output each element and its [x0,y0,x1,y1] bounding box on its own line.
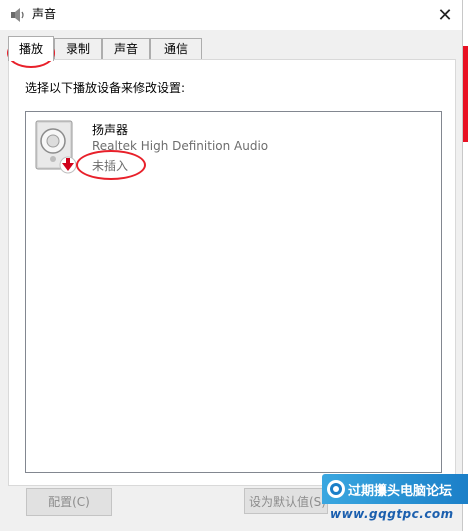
speaker-icon [35,120,77,174]
unplugged-arrow-icon [59,156,77,174]
sound-dialog: 声音 ✕ 播放 录制 声音 通信 选择以下播放设备来修改设置: 扬声器 Real… [0,0,463,531]
close-button[interactable]: ✕ [430,0,460,30]
configure-button[interactable]: 配置(C) [26,488,112,516]
close-icon: ✕ [437,4,453,26]
watermark-url: www.gqgtpc.com [330,507,454,521]
tab-sounds[interactable]: 声音 [102,38,150,59]
device-list[interactable]: 扬声器 Realtek High Definition Audio 未插入 [25,111,442,473]
background-edge [463,0,468,531]
background-red-accent [463,46,468,142]
tab-recording[interactable]: 录制 [54,38,102,59]
device-status: 未插入 [92,159,129,173]
device-name: 扬声器 [92,123,129,137]
watermark-text: 过期攥头电脑论坛 [348,484,453,499]
tab-communications[interactable]: 通信 [150,38,202,59]
watermark-logo-icon [327,480,345,498]
window-title: 声音 [32,7,57,21]
speaker-app-icon [11,8,24,22]
device-item-speaker[interactable]: 扬声器 Realtek High Definition Audio 未插入 [26,112,441,178]
tab-panel: 选择以下播放设备来修改设置: 扬声器 Realtek High Definiti… [8,59,456,486]
watermark: 过期攥头电脑论坛 www.gqgtpc.com [322,474,468,531]
device-driver: Realtek High Definition Audio [92,139,269,153]
title-bar: 声音 ✕ [0,0,462,30]
set-default-button[interactable]: 设为默认值(S) [244,488,328,514]
watermark-banner: 过期攥头电脑论坛 [322,474,468,504]
instruction-text: 选择以下播放设备来修改设置: [25,81,186,95]
tab-playback[interactable]: 播放 [8,36,54,61]
